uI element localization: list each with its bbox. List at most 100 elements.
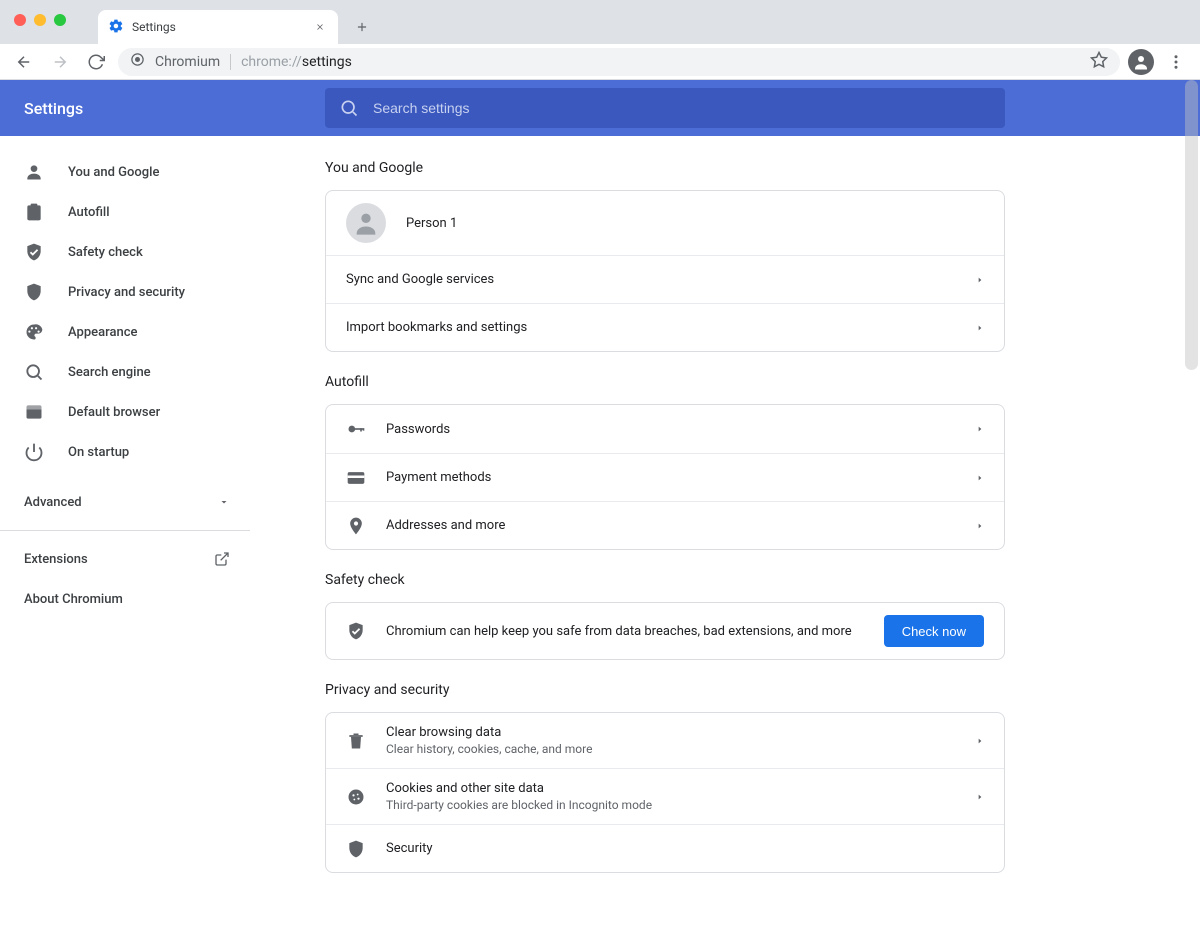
row-security[interactable]: Security bbox=[326, 824, 1004, 872]
chevron-right-icon bbox=[976, 735, 984, 747]
sidebar-extensions-link[interactable]: Extensions bbox=[0, 539, 250, 579]
about-label: About Chromium bbox=[24, 592, 123, 607]
section-title-you-and-google: You and Google bbox=[325, 160, 1005, 176]
site-chip-icon bbox=[130, 52, 145, 71]
row-label: Security bbox=[386, 841, 984, 856]
window-zoom-button[interactable] bbox=[54, 14, 66, 26]
profile-avatar-button[interactable] bbox=[1128, 49, 1154, 75]
profile-avatar bbox=[346, 203, 386, 243]
sidebar-divider bbox=[0, 530, 250, 531]
row-import-bookmarks[interactable]: Import bookmarks and settings bbox=[326, 303, 1004, 351]
sidebar-item-safety-check[interactable]: Safety check bbox=[0, 232, 250, 272]
omnibox-url: chrome://settings bbox=[241, 54, 352, 70]
section-title-safety-check: Safety check bbox=[325, 572, 1005, 588]
sidebar-item-default-browser[interactable]: Default browser bbox=[0, 392, 250, 432]
sidebar-item-label: Autofill bbox=[68, 205, 110, 220]
nav-back-button[interactable] bbox=[10, 48, 38, 76]
shield-check-icon bbox=[346, 621, 366, 641]
nav-forward-button[interactable] bbox=[46, 48, 74, 76]
external-link-icon bbox=[214, 551, 230, 567]
site-chip-label: Chromium bbox=[155, 54, 220, 70]
row-addresses[interactable]: Addresses and more bbox=[326, 501, 1004, 549]
traffic-lights bbox=[0, 0, 66, 26]
sidebar-item-search-engine[interactable]: Search engine bbox=[0, 352, 250, 392]
browser-icon bbox=[24, 402, 44, 422]
row-label: Payment methods bbox=[386, 470, 956, 485]
shield-icon bbox=[346, 839, 366, 859]
chevron-right-icon bbox=[976, 423, 984, 435]
settings-main: You and Google Person 1 Sync and Google … bbox=[250, 136, 1200, 933]
card-autofill: Passwords Payment methods Addresses and … bbox=[325, 404, 1005, 550]
address-bar[interactable]: Chromium chrome://settings bbox=[118, 48, 1120, 76]
search-icon bbox=[24, 362, 44, 382]
new-tab-button[interactable] bbox=[348, 13, 376, 41]
row-label: Addresses and more bbox=[386, 518, 956, 533]
sidebar-advanced-toggle[interactable]: Advanced bbox=[0, 482, 250, 522]
row-sync-google-services[interactable]: Sync and Google services bbox=[326, 255, 1004, 303]
profile-row[interactable]: Person 1 bbox=[326, 191, 1004, 255]
search-icon bbox=[339, 98, 359, 118]
window-close-button[interactable] bbox=[14, 14, 26, 26]
chevron-right-icon bbox=[976, 322, 984, 334]
row-label: Passwords bbox=[386, 422, 956, 437]
sidebar-about-link[interactable]: About Chromium bbox=[0, 579, 250, 619]
browser-tab-settings[interactable]: Settings bbox=[98, 10, 338, 44]
extensions-label: Extensions bbox=[24, 552, 88, 567]
tab-close-button[interactable] bbox=[312, 19, 328, 35]
scrollbar-thumb[interactable] bbox=[1185, 80, 1198, 370]
row-clear-browsing-data[interactable]: Clear browsing data Clear history, cooki… bbox=[326, 713, 1004, 768]
row-label: Clear browsing data bbox=[386, 725, 956, 740]
sidebar-item-label: Appearance bbox=[68, 325, 137, 340]
safety-desc: Chromium can help keep you safe from dat… bbox=[386, 624, 864, 639]
shield-check-icon bbox=[24, 242, 44, 262]
row-sublabel: Third-party cookies are blocked in Incog… bbox=[386, 798, 956, 812]
row-label: Cookies and other site data bbox=[386, 781, 956, 796]
clipboard-icon bbox=[24, 202, 44, 222]
sidebar-item-autofill[interactable]: Autofill bbox=[0, 192, 250, 232]
sidebar-item-on-startup[interactable]: On startup bbox=[0, 432, 250, 472]
card-privacy: Clear browsing data Clear history, cooki… bbox=[325, 712, 1005, 873]
row-sublabel: Clear history, cookies, cache, and more bbox=[386, 742, 956, 756]
settings-search-input[interactable] bbox=[373, 100, 991, 116]
section-title-autofill: Autofill bbox=[325, 374, 1005, 390]
sidebar-item-label: Search engine bbox=[68, 365, 151, 380]
row-cookies[interactable]: Cookies and other site data Third-party … bbox=[326, 768, 1004, 824]
section-title-privacy: Privacy and security bbox=[325, 682, 1005, 698]
profile-name: Person 1 bbox=[406, 216, 984, 231]
settings-header: Settings bbox=[0, 80, 1200, 136]
window-titlebar: Settings bbox=[0, 0, 1200, 44]
row-label: Import bookmarks and settings bbox=[346, 320, 956, 335]
chevron-down-icon bbox=[218, 496, 230, 508]
row-payment-methods[interactable]: Payment methods bbox=[326, 453, 1004, 501]
tab-strip: Settings bbox=[98, 0, 376, 44]
nav-reload-button[interactable] bbox=[82, 48, 110, 76]
chevron-right-icon bbox=[976, 520, 984, 532]
settings-search-box[interactable] bbox=[325, 88, 1005, 128]
row-label: Sync and Google services bbox=[346, 272, 956, 287]
credit-card-icon bbox=[346, 468, 366, 488]
browser-toolbar: Chromium chrome://settings bbox=[0, 44, 1200, 80]
window-minimize-button[interactable] bbox=[34, 14, 46, 26]
location-icon bbox=[346, 516, 366, 536]
sidebar-item-privacy-security[interactable]: Privacy and security bbox=[0, 272, 250, 312]
settings-title: Settings bbox=[0, 99, 325, 118]
chevron-right-icon bbox=[976, 472, 984, 484]
person-icon bbox=[24, 162, 44, 182]
sidebar-item-label: You and Google bbox=[68, 165, 159, 180]
sidebar-item-appearance[interactable]: Appearance bbox=[0, 312, 250, 352]
card-you-and-google: Person 1 Sync and Google services Import… bbox=[325, 190, 1005, 352]
star-icon[interactable] bbox=[1090, 51, 1108, 73]
check-now-button[interactable]: Check now bbox=[884, 615, 984, 647]
shield-icon bbox=[24, 282, 44, 302]
omnibox-separator bbox=[230, 54, 231, 70]
row-passwords[interactable]: Passwords bbox=[326, 405, 1004, 453]
sidebar-item-you-and-google[interactable]: You and Google bbox=[0, 152, 250, 192]
palette-icon bbox=[24, 322, 44, 342]
tab-title: Settings bbox=[132, 20, 176, 34]
gear-icon bbox=[108, 18, 124, 37]
power-icon bbox=[24, 442, 44, 462]
cookie-icon bbox=[346, 787, 366, 807]
kebab-menu-button[interactable] bbox=[1162, 48, 1190, 76]
trash-icon bbox=[346, 731, 366, 751]
sidebar-item-label: On startup bbox=[68, 445, 129, 460]
